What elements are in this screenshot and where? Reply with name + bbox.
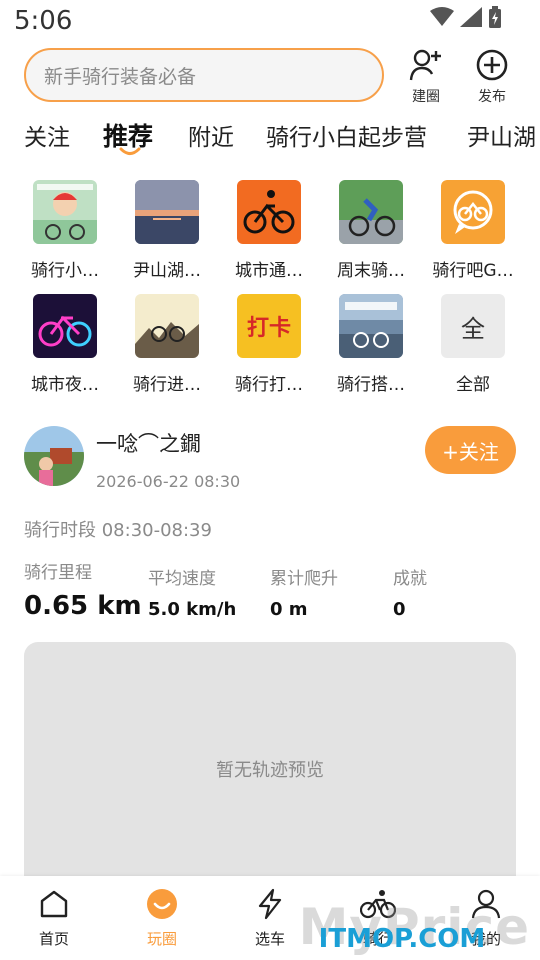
circle-item[interactable]: 骑行小… — [17, 180, 113, 281]
status-icons — [430, 6, 502, 28]
stat-distance: 骑行里程 0.65 km — [24, 558, 142, 621]
circle-thumb-text: 打卡 — [246, 316, 291, 341]
circle-thumbnail — [33, 294, 97, 358]
stat-achievements: 成就 0 — [393, 564, 427, 620]
circle-label: 骑行吧G… — [432, 261, 514, 281]
circle-thumbnail — [339, 180, 403, 244]
circle-label: 骑行小… — [31, 261, 99, 281]
battery-icon — [489, 6, 501, 28]
ride-period: 骑行时段 08:30-08:39 — [24, 520, 212, 541]
nav-circles[interactable]: 玩圈 — [122, 888, 202, 949]
circle-label: 城市通… — [235, 261, 303, 281]
circle-item[interactable]: 周末骑… — [323, 180, 419, 281]
stat-label: 骑行里程 — [24, 563, 92, 583]
smile-icon — [147, 889, 177, 919]
circle-label: 周末骑… — [337, 261, 405, 281]
status-bar: 5:06 — [0, 0, 540, 44]
stat-label: 平均速度 — [148, 569, 216, 589]
circle-thumbnail — [135, 180, 199, 244]
stat-label: 成就 — [393, 569, 427, 589]
search-input[interactable]: 新手骑行装备必备 — [24, 48, 384, 102]
search-placeholder: 新手骑行装备必备 — [44, 65, 197, 88]
signal-icon — [460, 7, 482, 27]
circle-thumbnail — [441, 180, 505, 244]
circle-label: 城市夜… — [31, 375, 99, 395]
circle-item[interactable]: 骑行吧G… — [425, 180, 521, 281]
circle-item[interactable]: 打卡 骑行打… — [221, 294, 317, 395]
status-time: 5:06 — [14, 6, 73, 36]
circle-all-button[interactable]: 全 全部 — [425, 294, 521, 395]
app-screen: 5:06 新手骑行装备必备 建圈 发布 关注 推荐 附近 骑行小白起步营 尹山湖… — [0, 0, 540, 960]
circle-thumbnail — [135, 294, 199, 358]
stat-value: 5.0 km/h — [148, 599, 237, 620]
circle-item[interactable]: 尹山湖… — [119, 180, 215, 281]
wifi-icon — [430, 7, 454, 26]
circle-thumbnail — [33, 180, 97, 244]
home-icon — [40, 890, 68, 918]
nav-label: 玩圈 — [146, 930, 177, 948]
circle-item[interactable]: 骑行进… — [119, 294, 215, 395]
track-empty-text: 暂无轨迹预览 — [216, 760, 324, 781]
stat-avg-speed: 平均速度 5.0 km/h — [148, 564, 236, 620]
circle-thumbnail — [339, 294, 403, 358]
circle-label: 骑行搭… — [337, 375, 405, 395]
category-tabs: 关注 推荐 附近 骑行小白起步营 尹山湖 — [0, 112, 540, 164]
watermark-site: ITMOP.COM — [318, 924, 486, 954]
circle-label: 骑行进… — [133, 375, 201, 395]
tab-yinshan-lake[interactable]: 尹山湖 — [467, 118, 536, 152]
stat-value: 0 m — [270, 599, 308, 620]
circle-label: 全部 — [456, 375, 490, 395]
active-tab-indicator — [119, 147, 141, 155]
tab-nearby[interactable]: 附近 — [188, 118, 234, 152]
circle-label: 尹山湖… — [133, 261, 201, 281]
stat-elevation: 累计爬升 0 m — [270, 564, 338, 620]
create-circle-label: 建圈 — [412, 89, 440, 105]
plus-circle-icon — [476, 49, 508, 81]
nav-label: 首页 — [38, 930, 69, 948]
watermark: MyPrice ITMOP.COM — [299, 898, 530, 956]
tab-beginner-camp[interactable]: 骑行小白起步营 — [266, 118, 427, 152]
avatar[interactable] — [24, 426, 84, 486]
publish-label: 发布 — [478, 89, 506, 105]
publish-button[interactable]: 发布 — [465, 48, 519, 106]
nav-home[interactable]: 首页 — [14, 888, 94, 949]
circle-thumbnail: 打卡 — [237, 294, 301, 358]
circle-label: 骑行打… — [235, 375, 303, 395]
all-circles-icon: 全 — [441, 294, 505, 358]
tab-following[interactable]: 关注 — [24, 118, 70, 152]
follow-button[interactable]: +关注 — [425, 426, 516, 474]
post-time: 2026-06-22 08:30 — [96, 472, 241, 491]
username[interactable]: 一唸⌒之鐗 — [96, 428, 201, 458]
track-preview[interactable]: 暂无轨迹预览 — [24, 642, 516, 902]
lightning-icon — [258, 888, 282, 920]
circle-item[interactable]: 城市通… — [221, 180, 317, 281]
stat-value: 0.65 km — [24, 591, 142, 621]
circle-item[interactable]: 骑行搭… — [323, 294, 419, 395]
all-circles-thumb-text: 全 — [461, 314, 485, 343]
create-circle-button[interactable]: 建圈 — [399, 48, 453, 106]
circle-thumbnail — [237, 180, 301, 244]
add-user-icon — [409, 49, 441, 81]
stat-label: 累计爬升 — [270, 569, 338, 589]
stat-value: 0 — [393, 599, 406, 620]
circle-item[interactable]: 城市夜… — [17, 294, 113, 395]
